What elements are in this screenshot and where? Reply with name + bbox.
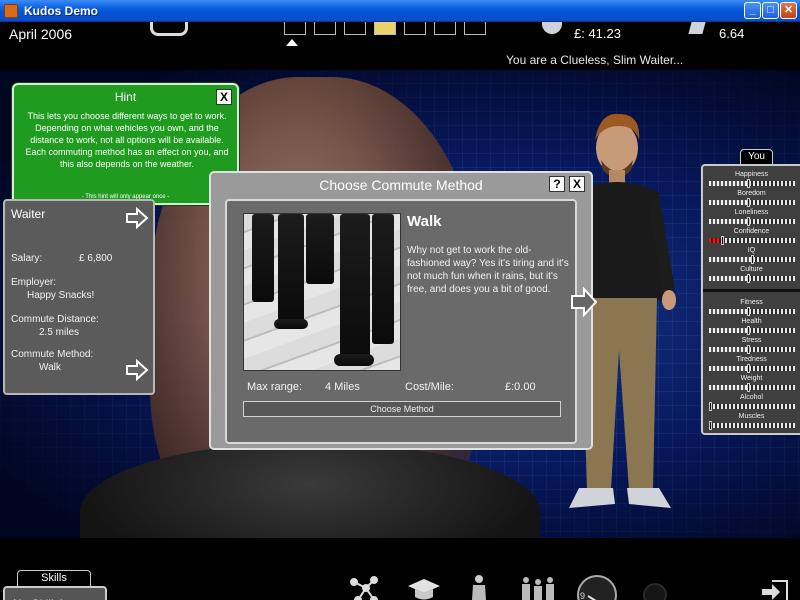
commute-method-label: Commute Method: xyxy=(11,349,94,360)
exit-icon[interactable] xyxy=(760,578,790,600)
max-range-label: Max range: xyxy=(247,381,303,393)
stat-label-culture: Culture xyxy=(740,266,763,273)
stat-label-stress: Stress xyxy=(741,337,762,344)
bottom-bar xyxy=(0,538,800,600)
clock-icon[interactable]: 95 xyxy=(576,574,618,600)
window-titlebar: Kudos Demo _ □ ✕ xyxy=(0,0,800,22)
top-bar: April 2006 £: 41.23 6.64 You are a Cluel… xyxy=(0,22,800,70)
employer-label: Employer: xyxy=(11,277,57,288)
status-text: You are a Clueless, Slim Waiter... xyxy=(506,53,684,67)
hint-popup: Hint X This lets you choose different wa… xyxy=(12,83,239,205)
stat-bar-boredom xyxy=(709,198,795,207)
window-title: Kudos Demo xyxy=(24,4,99,18)
maximize-button[interactable]: □ xyxy=(762,2,779,19)
commute-arrow-right-icon[interactable] xyxy=(125,359,149,381)
stat-bar-health xyxy=(709,326,795,335)
cost-per-mile-value: £:0.00 xyxy=(505,381,536,393)
stats-divider xyxy=(703,289,800,292)
stat-label-alcohol: Alcohol xyxy=(740,394,763,401)
dialog-content: Walk Why not get to work the old-fashion… xyxy=(225,199,598,444)
network-icon[interactable] xyxy=(348,574,380,600)
stat-label-fitness: Fitness xyxy=(740,299,763,306)
close-window-button[interactable]: ✕ xyxy=(780,2,797,19)
stat-bar-loneliness xyxy=(709,217,795,226)
commute-method-value: Walk xyxy=(39,362,61,373)
commute-dialog: Choose Commute Method ? X Walk Why not g… xyxy=(209,171,598,450)
cycle-icon[interactable] xyxy=(150,22,188,36)
job-arrow-right-icon[interactable] xyxy=(125,207,149,229)
stat-label-confidence: Confidence xyxy=(733,228,770,235)
stat-bar-tiredness xyxy=(709,364,795,373)
method-name: Walk xyxy=(407,213,442,230)
next-method-arrow-icon[interactable] xyxy=(571,286,598,322)
stat-bar-happiness xyxy=(709,179,795,188)
money-value: £: 41.23 xyxy=(574,26,621,41)
skills-box: No Skills! xyxy=(3,586,107,600)
minimize-button[interactable]: _ xyxy=(744,2,761,19)
you-tab[interactable]: You xyxy=(740,149,773,164)
hint-title: Hint xyxy=(114,90,137,104)
stat-icon xyxy=(688,22,706,34)
graduation-cap-icon[interactable] xyxy=(406,574,442,600)
stat-label-iq: IQ xyxy=(747,247,756,254)
skills-tab[interactable]: Skills xyxy=(17,570,91,586)
method-description: Why not get to work the old-fashioned wa… xyxy=(407,245,569,295)
stat-value: 6.64 xyxy=(719,26,745,41)
hint-close-button[interactable]: X xyxy=(216,89,232,105)
hint-body: This lets you choose different ways to g… xyxy=(25,111,229,169)
walking-photo xyxy=(243,213,401,371)
stat-bar-alcohol xyxy=(709,402,795,411)
salary-value: £ 6,800 xyxy=(79,253,113,264)
clock-start: 9 xyxy=(580,591,585,600)
game-scene: April 2006 £: 41.23 6.64 You are a Cluel… xyxy=(0,22,800,600)
stat-bar-weight xyxy=(709,383,795,392)
stat-bar-muscles xyxy=(709,421,795,430)
stat-bar-stress xyxy=(709,345,795,354)
day-slot[interactable] xyxy=(404,22,426,35)
person-icon[interactable] xyxy=(468,574,490,600)
group-icon[interactable] xyxy=(518,574,558,600)
day-slot-note[interactable] xyxy=(374,22,396,35)
dialog-title: Choose Commute Method xyxy=(319,177,483,193)
day-slot[interactable] xyxy=(284,22,306,35)
stat-bar-iq xyxy=(709,255,795,264)
day-slot[interactable] xyxy=(314,22,336,35)
job-title: Waiter xyxy=(11,207,46,221)
app-icon xyxy=(4,4,18,18)
cost-per-mile-label: Cost/Mile: xyxy=(405,381,454,393)
day-slot[interactable] xyxy=(464,22,486,35)
commute-distance-value: 2.5 miles xyxy=(39,327,80,338)
stat-label-health: Health xyxy=(741,318,762,325)
dialog-close-button[interactable]: X xyxy=(569,176,585,192)
stat-label-loneliness: Loneliness xyxy=(734,209,769,216)
money-icon xyxy=(542,22,562,34)
commute-distance-label: Commute Distance: xyxy=(11,314,99,325)
salary-label: Salary: xyxy=(11,253,43,264)
stat-bar-fitness xyxy=(709,307,795,316)
stat-label-tiredness: Tiredness xyxy=(736,356,767,363)
stats-panel: Happiness Boredom Loneliness Confidence IQ Cu… xyxy=(701,164,800,435)
stat-label-happiness: Happiness xyxy=(734,171,769,178)
stat-bar-confidence xyxy=(709,236,795,245)
day-slot[interactable] xyxy=(344,22,366,35)
stat-bar-culture xyxy=(709,274,795,283)
date-label: April 2006 xyxy=(9,26,73,42)
job-panel: Waiter Salary: £ 6,800 Employer: Happy S… xyxy=(3,199,155,395)
help-button[interactable]: ? xyxy=(549,176,565,192)
employer-value: Happy Snacks! xyxy=(27,290,95,301)
stat-label-muscles: Muscles xyxy=(738,413,765,420)
day-slot[interactable] xyxy=(434,22,456,35)
max-range-value: 4 Miles xyxy=(325,381,360,393)
weight-icon[interactable] xyxy=(640,578,670,600)
stat-label-boredom: Boredom xyxy=(737,190,766,197)
current-day-marker-icon xyxy=(286,39,298,46)
stat-label-weight: Weight xyxy=(740,375,763,382)
choose-method-button[interactable]: Choose Method xyxy=(243,401,561,417)
